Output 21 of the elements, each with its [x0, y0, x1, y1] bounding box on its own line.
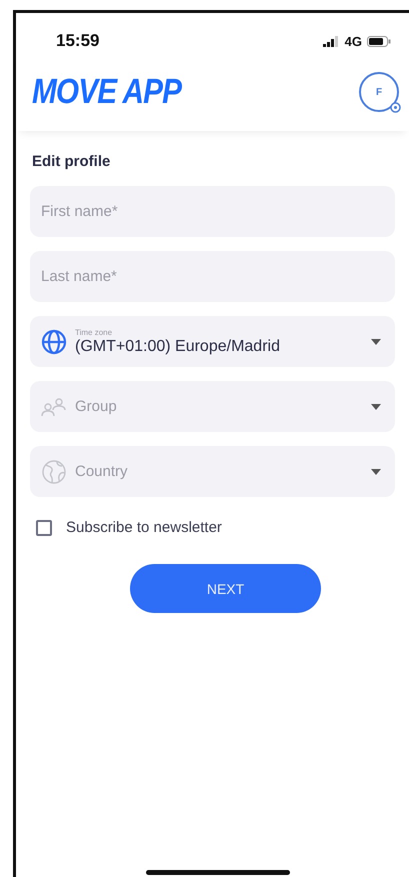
form-title: Edit profile	[32, 153, 112, 170]
network-label: 4G	[344, 34, 362, 48]
people-icon	[41, 396, 67, 416]
battery-icon	[367, 36, 391, 46]
dropdown-caret-icon	[371, 468, 381, 474]
dropdown-caret-icon	[371, 404, 381, 410]
app-logo: MOVE APP	[32, 72, 182, 112]
profile-avatar[interactable]: F	[359, 72, 399, 112]
text-field[interactable]: Last name*	[30, 251, 395, 302]
earth-icon	[41, 458, 67, 484]
signal-icon	[322, 36, 340, 46]
newsletter-checkbox[interactable]	[36, 520, 52, 536]
select-field[interactable]: Group	[30, 381, 395, 432]
dropdown-caret-icon	[371, 338, 381, 344]
status-time: 15:59	[56, 31, 100, 51]
globe-icon	[41, 328, 67, 354]
select-field[interactable]: Time zone (GMT+01:00) Europe/Madrid	[30, 316, 395, 367]
next-button[interactable]: NEXT	[130, 564, 321, 613]
select-field[interactable]: Country	[30, 446, 395, 497]
newsletter-label: Subscribe to newsletter	[66, 519, 222, 536]
text-field[interactable]: First name*	[30, 186, 395, 237]
